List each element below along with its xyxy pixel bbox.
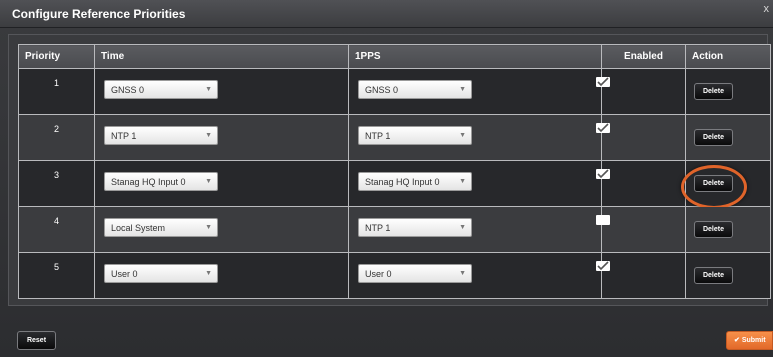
time-select-value: GNSS 0: [111, 85, 145, 95]
time-cell: Stanag HQ Input 0 ▼: [94, 160, 349, 207]
enabled-checkbox[interactable]: [596, 215, 610, 225]
chevron-down-icon: ▼: [205, 86, 212, 93]
pps-cell: User 0 ▼: [348, 252, 602, 299]
time-select[interactable]: Local System ▼: [104, 218, 218, 237]
pps-cell: NTP 1 ▼: [348, 114, 602, 161]
priority-value: 4: [53, 216, 59, 226]
chevron-down-icon: ▼: [459, 270, 466, 277]
checkmark-icon: [597, 77, 609, 87]
header-1pps: 1PPS: [348, 44, 602, 69]
delete-button[interactable]: Delete: [694, 83, 733, 100]
check-icon: ✔: [734, 337, 740, 344]
pps-select[interactable]: NTP 1 ▼: [358, 126, 472, 145]
time-cell: GNSS 0 ▼: [94, 68, 349, 115]
enabled-checkbox[interactable]: [596, 169, 610, 179]
priorities-table: Priority Time 1PPS Enabled Action 1 GNSS…: [18, 44, 771, 299]
enabled-cell: [596, 68, 686, 115]
delete-button[interactable]: Delete: [694, 129, 733, 146]
action-cell: Delete: [685, 206, 771, 253]
action-cell: Delete: [685, 252, 771, 299]
time-select[interactable]: NTP 1 ▼: [104, 126, 218, 145]
dialog-titlebar: Configure Reference Priorities x: [0, 0, 773, 28]
priority-cell: 3: [18, 160, 95, 207]
close-icon[interactable]: x: [764, 3, 770, 15]
table-header-row: Priority Time 1PPS Enabled Action: [18, 44, 771, 69]
chevron-down-icon: ▼: [459, 132, 466, 139]
dialog-title: Configure Reference Priorities: [12, 7, 186, 21]
checkmark-icon: [597, 169, 609, 179]
header-action: Action: [685, 44, 771, 69]
pps-cell: Stanag HQ Input 0 ▼: [348, 160, 602, 207]
time-select[interactable]: Stanag HQ Input 0 ▼: [104, 172, 218, 191]
submit-button[interactable]: ✔ Submit: [726, 331, 773, 350]
action-cell: Delete: [681, 160, 771, 209]
pps-select-value: Stanag HQ Input 0: [365, 177, 440, 187]
pps-select-value: NTP 1: [365, 223, 391, 233]
time-select[interactable]: GNSS 0 ▼: [104, 80, 218, 99]
delete-button[interactable]: Delete: [694, 267, 733, 284]
header-enabled: Enabled: [601, 44, 686, 69]
enabled-cell: [596, 160, 686, 207]
time-cell: User 0 ▼: [94, 252, 349, 299]
table-row: 1 GNSS 0 ▼ GNSS 0 ▼ Delete: [18, 68, 771, 115]
time-select[interactable]: User 0 ▼: [104, 264, 218, 283]
priority-cell: 5: [18, 252, 95, 299]
time-select-value: User 0: [111, 269, 138, 279]
enabled-checkbox[interactable]: [596, 123, 610, 133]
pps-cell: NTP 1 ▼: [348, 206, 602, 253]
enabled-checkbox[interactable]: [596, 261, 610, 271]
table-row: 3 Stanag HQ Input 0 ▼ Stanag HQ Input 0 …: [18, 160, 771, 209]
priority-value: 1: [53, 78, 59, 88]
time-select-value: NTP 1: [111, 131, 137, 141]
time-select-value: Local System: [111, 223, 166, 233]
reset-button[interactable]: Reset: [17, 331, 56, 350]
chevron-down-icon: ▼: [459, 224, 466, 231]
header-time: Time: [94, 44, 349, 69]
table-row: 5 User 0 ▼ User 0 ▼ Delete: [18, 252, 771, 299]
submit-label: Submit: [741, 337, 766, 344]
table-row: 2 NTP 1 ▼ NTP 1 ▼ Delete: [18, 114, 771, 161]
priority-cell: 2: [18, 114, 95, 161]
enabled-cell: [596, 252, 686, 299]
priority-value: 5: [53, 262, 59, 272]
header-priority: Priority: [18, 44, 95, 69]
checkmark-icon: [597, 261, 609, 271]
chevron-down-icon: ▼: [205, 224, 212, 231]
time-cell: NTP 1 ▼: [94, 114, 349, 161]
delete-button[interactable]: Delete: [694, 175, 733, 192]
pps-select[interactable]: GNSS 0 ▼: [358, 80, 472, 99]
priority-value: 2: [53, 124, 59, 134]
enabled-cell: [596, 206, 686, 253]
time-select-value: Stanag HQ Input 0: [111, 177, 186, 187]
pps-select-value: GNSS 0: [365, 85, 399, 95]
priority-cell: 1: [18, 68, 95, 115]
delete-button[interactable]: Delete: [694, 221, 733, 238]
priority-value: 3: [53, 170, 59, 180]
chevron-down-icon: ▼: [205, 178, 212, 185]
action-cell: Delete: [685, 68, 771, 115]
pps-select[interactable]: User 0 ▼: [358, 264, 472, 283]
pps-select-value: User 0: [365, 269, 392, 279]
configure-priorities-dialog: Configure Reference Priorities x Priorit…: [0, 0, 773, 357]
chevron-down-icon: ▼: [205, 270, 212, 277]
pps-cell: GNSS 0 ▼: [348, 68, 602, 115]
checkmark-icon: [597, 123, 609, 133]
chevron-down-icon: ▼: [459, 178, 466, 185]
time-cell: Local System ▼: [94, 206, 349, 253]
action-cell: Delete: [685, 114, 771, 161]
pps-select[interactable]: Stanag HQ Input 0 ▼: [358, 172, 472, 191]
pps-select[interactable]: NTP 1 ▼: [358, 218, 472, 237]
chevron-down-icon: ▼: [205, 132, 212, 139]
pps-select-value: NTP 1: [365, 131, 391, 141]
enabled-checkbox[interactable]: [596, 77, 610, 87]
enabled-cell: [596, 114, 686, 161]
priority-cell: 4: [18, 206, 95, 253]
table-row: 4 Local System ▼ NTP 1 ▼ Delete: [18, 206, 771, 253]
chevron-down-icon: ▼: [459, 86, 466, 93]
